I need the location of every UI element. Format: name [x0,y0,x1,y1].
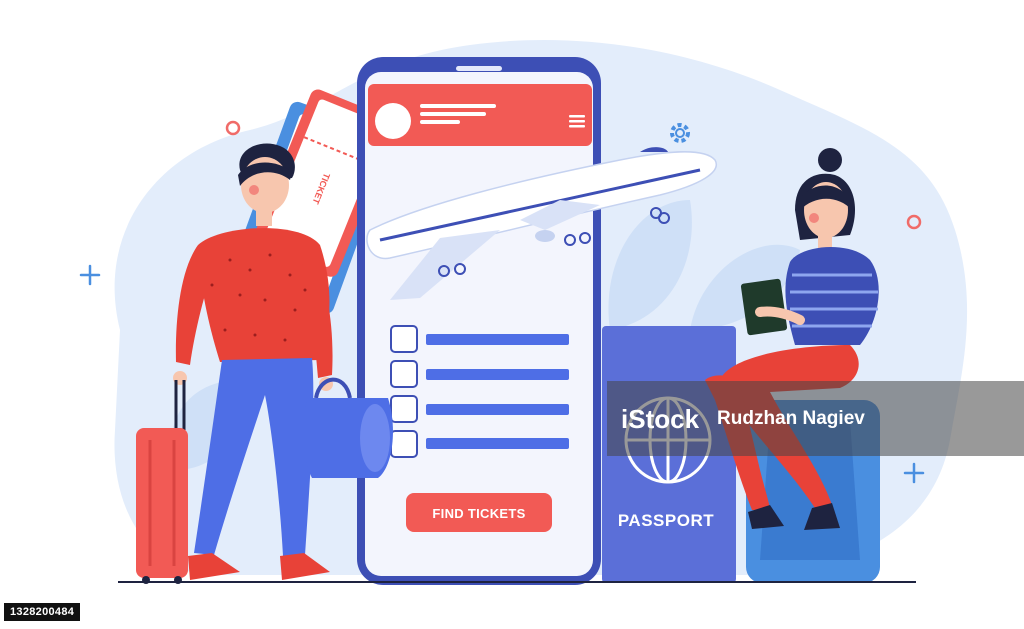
menu-icon [569,115,585,128]
watermark-logo: iStock [621,403,700,434]
watermark-credit: Rudzhan Nagiev [717,407,865,429]
ring-decoration [225,120,241,136]
stock-footer [0,601,1024,629]
passport-label: PASSPORT [618,511,714,530]
plus-icon [79,264,101,286]
stock-id-label: 1328200484 [4,603,81,621]
phone-speaker [456,66,502,71]
watermark: iStock Rudzhan Nagiev [607,381,1024,456]
illustration: TICKET FIND TICKETS PASSPORT [79,40,968,585]
find-tickets-label: FIND TICKETS [432,506,525,521]
avatar [375,103,411,139]
